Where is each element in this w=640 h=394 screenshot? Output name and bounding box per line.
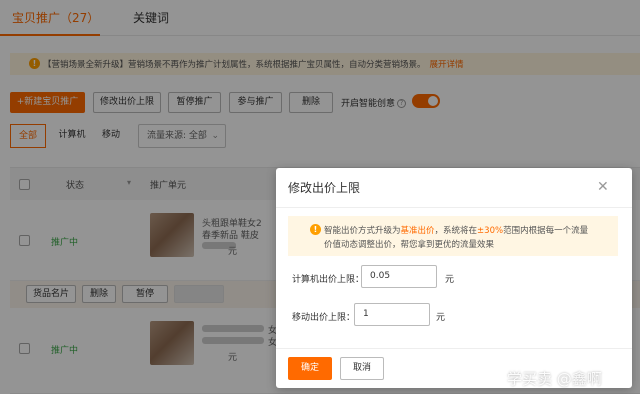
tip-text: ，系统将在 [434, 226, 478, 236]
warning-icon: ! [310, 224, 321, 235]
dialog-header: 修改出价上限 ✕ [276, 168, 632, 208]
tip-text: 智能出价方式升级为 [324, 226, 401, 236]
tip-line-2: 价值动态调整出价，帮您拿到更优的流量效果 [324, 240, 495, 250]
tip-highlight-range: ±30% [477, 226, 504, 236]
smart-bid-tip: ! 智能出价方式升级为基准出价，系统将在±30%范围内根据每一个流量 价值动态调… [288, 216, 618, 256]
tip-text: 范围内根据每一个流量 [503, 226, 589, 236]
tip-highlight-base-bid: 基准出价 [400, 226, 435, 236]
mobile-bid-label: 移动出价上限： [292, 313, 356, 323]
pc-bid-input[interactable]: 0.05 [361, 265, 437, 288]
tip-line-1: 智能出价方式升级为基准出价，系统将在±30%范围内根据每一个流量 [324, 224, 588, 236]
pc-bid-unit: 元 [445, 275, 455, 285]
mobile-bid-unit: 元 [436, 313, 446, 323]
dialog-title: 修改出价上限 [288, 181, 361, 195]
pc-bid-label: 计算机出价上限： [292, 275, 365, 285]
close-icon[interactable]: ✕ [597, 180, 609, 194]
edit-bid-limit-dialog: 修改出价上限 ✕ ! 智能出价方式升级为基准出价，系统将在±30%范围内根据每一… [276, 168, 632, 388]
mobile-bid-input[interactable]: 1 [354, 303, 430, 326]
cancel-button[interactable]: 取消 [340, 357, 384, 380]
watermark-text: 学买卖 @鑫啊 [507, 370, 602, 388]
confirm-button[interactable]: 确定 [288, 357, 332, 380]
